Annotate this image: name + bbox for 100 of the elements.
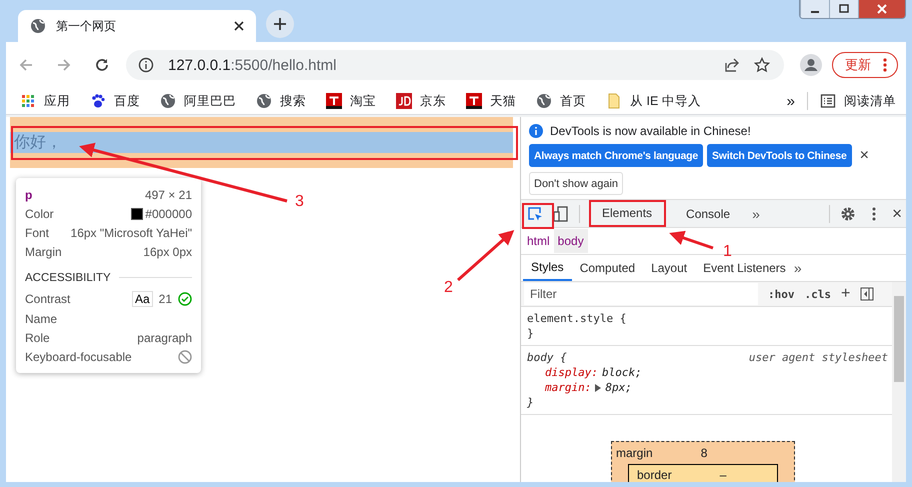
- annotation-arrow: [457, 230, 514, 282]
- browser-tab[interactable]: 第一个网页: [18, 10, 256, 42]
- expand-icon[interactable]: [595, 384, 602, 392]
- device-icon[interactable]: [553, 206, 569, 222]
- bookmark-label: 天猫: [490, 92, 516, 110]
- property-label: Keyboard-focusable: [25, 350, 132, 364]
- property-value: 16px 0px: [143, 245, 192, 260]
- hover-toggle[interactable]: :hov: [768, 288, 794, 300]
- property-value: 21: [158, 292, 172, 306]
- maximize-icon: [839, 4, 849, 14]
- annotation-number: 2: [444, 279, 453, 296]
- info-button[interactable]: Switch DevTools to Chinese: [706, 144, 852, 167]
- maximize-button[interactable]: [829, 0, 858, 18]
- property-label: Name: [25, 312, 58, 326]
- more-bookmarks[interactable]: »: [786, 92, 795, 110]
- section-heading: ACCESSIBILITY: [25, 272, 111, 284]
- filter-field[interactable]: Filter: [524, 283, 758, 305]
- rule-end: }: [527, 395, 535, 410]
- breadcrumb[interactable]: body: [554, 229, 588, 253]
- bookmark[interactable]: 淘宝: [326, 92, 376, 110]
- property-label: Role: [25, 330, 50, 345]
- property-label: Font: [25, 226, 50, 240]
- rule-origin: user agent stylesheet: [748, 350, 888, 365]
- tab-title: 第一个网页: [56, 18, 117, 34]
- rule-end: }: [527, 326, 535, 341]
- star-icon[interactable]: [754, 57, 770, 73]
- more-tabs[interactable]: »: [794, 260, 802, 276]
- styles-tab[interactable]: Layout: [643, 255, 696, 281]
- info-message: DevTools is now available in Chinese!: [550, 124, 751, 138]
- color-swatch: [131, 208, 144, 220]
- new-tab-button[interactable]: [266, 10, 294, 38]
- annotation-arrow: [669, 230, 714, 250]
- bookmark-label: 淘宝: [350, 92, 376, 110]
- blocked-icon: [178, 350, 192, 364]
- highlight-frame: [522, 203, 554, 229]
- breadcrumb[interactable]: html: [523, 229, 554, 253]
- property-label: Color: [25, 206, 54, 221]
- bookmark[interactable]: 首页: [536, 92, 586, 110]
- list-icon: [820, 93, 836, 109]
- close-icon[interactable]: ×: [860, 146, 869, 164]
- css-value: 8px;: [605, 380, 632, 395]
- profile-icon[interactable]: [800, 54, 822, 76]
- reading-list-label: 阅读清单: [844, 92, 896, 110]
- bookmark-label: 阿里巴巴: [184, 92, 236, 110]
- annotation-number: 3: [295, 193, 304, 210]
- sidebar-toggle-icon[interactable]: [860, 287, 874, 301]
- bookmark[interactable]: 从 IE 中导入: [606, 92, 701, 110]
- bookmark-label: 应用: [44, 92, 70, 110]
- settings-icon[interactable]: [840, 206, 856, 222]
- bookmark-label: 百度: [114, 92, 140, 110]
- bookmark[interactable]: 天猫: [466, 92, 516, 110]
- close-button[interactable]: [858, 0, 905, 18]
- bookmark-label: 从 IE 中导入: [630, 92, 701, 110]
- url-text: 127.0.0.1:5500/hello.html: [168, 56, 336, 74]
- margin-label: margin: [616, 446, 653, 460]
- scrollbar[interactable]: [892, 282, 906, 482]
- close-icon[interactable]: [234, 21, 244, 31]
- globe-icon: [160, 93, 176, 109]
- more-tabs[interactable]: »: [752, 206, 760, 222]
- styles-tab[interactable]: Computed: [572, 255, 644, 281]
- property-value: 16px "Microsoft YaHei": [70, 226, 192, 240]
- border-value: –: [720, 468, 726, 482]
- info-icon: [529, 124, 543, 138]
- plus-icon: [274, 18, 286, 30]
- more-icon[interactable]: [883, 58, 887, 72]
- info-button[interactable]: Don't show again: [529, 172, 624, 195]
- bookmark-label: 京东: [420, 92, 446, 110]
- apps-icon: [20, 93, 36, 109]
- bookmark-label: 搜索: [280, 92, 306, 110]
- page-icon: [606, 93, 622, 109]
- close-icon: [877, 4, 887, 14]
- update-button[interactable]: 更新: [832, 52, 898, 78]
- reading-list[interactable]: 阅读清单: [820, 92, 896, 110]
- new-rule-button[interactable]: +: [841, 285, 850, 303]
- globe-icon: [30, 18, 46, 34]
- class-toggle[interactable]: .cls: [804, 288, 831, 300]
- bookmark[interactable]: 搜索: [256, 92, 306, 110]
- info-button[interactable]: Always match Chrome's language: [529, 144, 703, 167]
- border-label: border: [637, 468, 672, 482]
- rule-selector: element.style {: [527, 311, 626, 326]
- address-bar[interactable]: 127.0.0.1:5500/hello.html: [126, 50, 784, 80]
- minimize-button[interactable]: [800, 0, 829, 18]
- css-property: display:: [545, 365, 598, 380]
- close-devtools[interactable]: ×: [892, 204, 902, 224]
- bookmark-label: 首页: [560, 92, 586, 110]
- element-size: 497 × 21: [144, 188, 192, 202]
- property-value: #000000: [145, 206, 192, 221]
- bookmark[interactable]: 京东: [396, 92, 446, 110]
- paw-icon: [90, 93, 106, 109]
- inspect-icon[interactable]: [527, 206, 543, 222]
- share-icon[interactable]: [724, 57, 740, 73]
- bookmark[interactable]: 应用: [20, 92, 70, 110]
- globe-icon: [256, 93, 272, 109]
- devtools-tab[interactable]: Console: [674, 200, 742, 227]
- reload-icon[interactable]: [94, 57, 110, 73]
- margin-value: 8: [700, 446, 708, 460]
- bookmark[interactable]: 阿里巴巴: [160, 92, 236, 110]
- property-label: Contrast: [25, 292, 70, 306]
- devtools-tab[interactable]: Elements: [590, 200, 664, 227]
- bookmark[interactable]: 百度: [90, 92, 140, 110]
